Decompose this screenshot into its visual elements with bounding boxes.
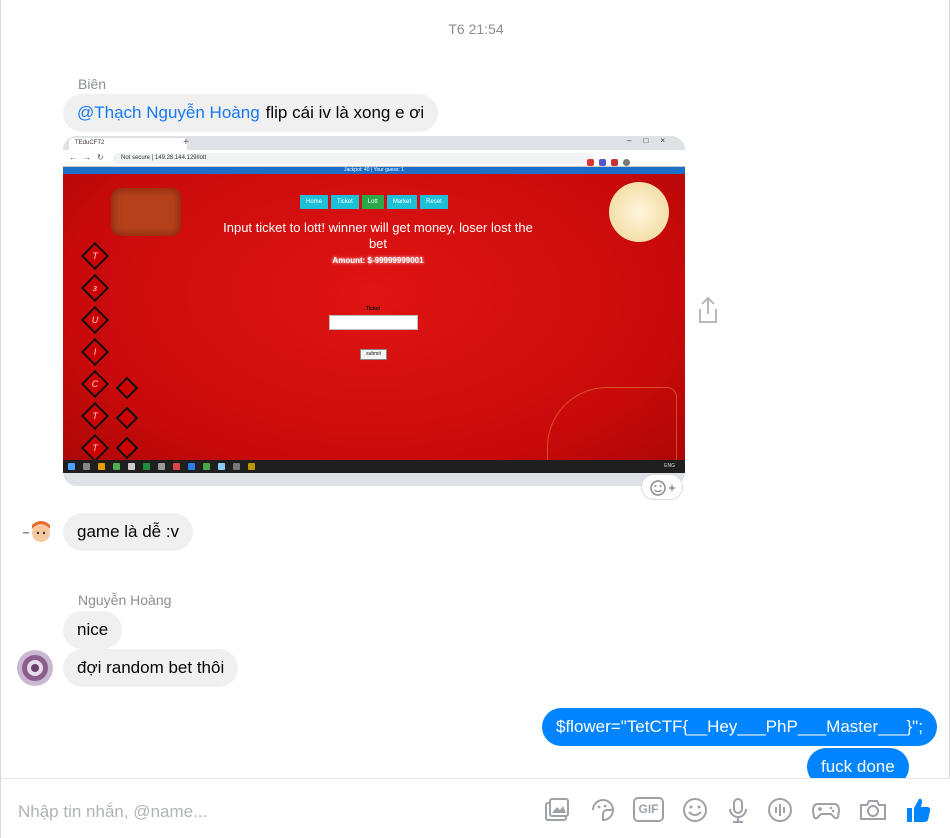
sender-name: Biên bbox=[78, 76, 107, 92]
emoji-icon[interactable] bbox=[680, 795, 710, 825]
lantern-decoration: C bbox=[80, 369, 110, 399]
sender-name: Nguyễn Hoàng bbox=[78, 592, 172, 608]
avatar bbox=[17, 650, 53, 686]
lantern-decoration bbox=[115, 436, 139, 460]
image-attachment[interactable]: TEduCFT2 + –□× ←→↻ Not secure | 149.28.1… bbox=[63, 136, 685, 486]
ticket-label: Ticket bbox=[365, 306, 381, 312]
message-text: game là dễ :v bbox=[77, 522, 180, 541]
moon-decoration bbox=[609, 182, 669, 242]
nav-reset: Reset bbox=[420, 195, 448, 209]
browser-tabstrip: TEduCFT2 + –□× bbox=[63, 136, 685, 150]
nav-ticket: Ticket bbox=[331, 195, 359, 209]
lott-page: Home Ticket Lott Market Reset Input ticket t… bbox=[63, 174, 685, 473]
game-controller-icon[interactable] bbox=[811, 795, 841, 825]
browser-nav-icon: ←→↻ bbox=[69, 153, 110, 162]
lantern-decoration: I bbox=[80, 337, 110, 367]
taskbar-tray: ENG bbox=[664, 463, 675, 469]
lantern-decoration: T bbox=[80, 241, 110, 271]
avatar bbox=[19, 515, 55, 551]
message-text: flip cái iv là xong e ơi bbox=[265, 103, 425, 122]
timestamp: T6 21:54 bbox=[448, 21, 504, 37]
message-bubble[interactable]: @Thạch Nguyễn Hoàng flip cái iv là xong e… bbox=[63, 94, 439, 132]
message-text: nice bbox=[77, 620, 109, 639]
amount-text: Amount: $-99999999001 bbox=[332, 256, 424, 265]
browser-tab: TEduCFT2 bbox=[69, 138, 187, 150]
browser-url: Not secure | 149.28.144.129/lott bbox=[113, 153, 593, 164]
mention-link[interactable]: @Thạch Nguyễn Hoàng bbox=[77, 103, 260, 122]
page-nav: Home Ticket Lott Market Reset bbox=[300, 190, 451, 209]
image-icon[interactable] bbox=[542, 795, 572, 825]
message-bubble[interactable]: đợi random bet thôi bbox=[63, 649, 239, 687]
sticker-icon[interactable] bbox=[588, 795, 618, 825]
window-controls-icon: –□× bbox=[627, 136, 677, 145]
lantern-decoration: U bbox=[80, 305, 110, 335]
page-headline: Input ticket to lott! winner will get mo… bbox=[223, 220, 533, 251]
ticket-input bbox=[329, 315, 418, 330]
chat-window: T6 21:54 Biên @Thạch Nguyễn Hoàng flip cá… bbox=[0, 0, 950, 838]
add-reaction-icon[interactable] bbox=[641, 474, 683, 500]
message-bubble[interactable]: nice bbox=[63, 611, 123, 649]
message-bubble[interactable]: game là dễ :v bbox=[63, 513, 194, 551]
camera-icon[interactable] bbox=[858, 795, 888, 825]
my-message-bubble[interactable]: $flower="TetCTF{__Hey___PhP___Master___}… bbox=[542, 708, 937, 746]
browser-extensions bbox=[587, 153, 677, 166]
nav-home: Home bbox=[300, 195, 329, 209]
message-composer: Nhập tin nhắn, @name... GIF bbox=[1, 778, 950, 838]
nav-lott: Lott bbox=[361, 195, 384, 209]
lantern-decoration bbox=[115, 376, 139, 400]
message-text: đợi random bet thôi bbox=[77, 658, 225, 677]
gif-icon[interactable]: GIF bbox=[633, 797, 664, 822]
flower-decoration bbox=[547, 387, 677, 467]
like-icon[interactable] bbox=[903, 795, 933, 825]
message-input[interactable]: Nhập tin nhắn, @name... bbox=[18, 802, 207, 822]
message-text: fuck done bbox=[821, 757, 895, 776]
os-taskbar: ENG bbox=[63, 460, 685, 473]
share-icon[interactable] bbox=[696, 295, 720, 325]
jackpot-bar: Jackpot: 40 | Your guess: 1 bbox=[63, 167, 685, 174]
nav-market: Market bbox=[386, 195, 418, 209]
browser-toolbar: ←→↻ Not secure | 149.28.144.129/lott bbox=[63, 150, 685, 167]
submit-button: submit bbox=[360, 349, 387, 360]
lantern-decoration bbox=[115, 406, 139, 430]
lantern-decoration: T bbox=[80, 433, 110, 463]
lantern-decoration: ɜ bbox=[80, 273, 110, 303]
audio-wave-icon[interactable] bbox=[765, 795, 795, 825]
lantern-decoration: T bbox=[80, 401, 110, 431]
mooncake-decoration bbox=[111, 188, 181, 236]
microphone-icon[interactable] bbox=[723, 795, 753, 825]
new-tab-icon: + bbox=[183, 137, 189, 148]
message-text: $flower="TetCTF{__Hey___PhP___Master___}… bbox=[556, 717, 923, 736]
